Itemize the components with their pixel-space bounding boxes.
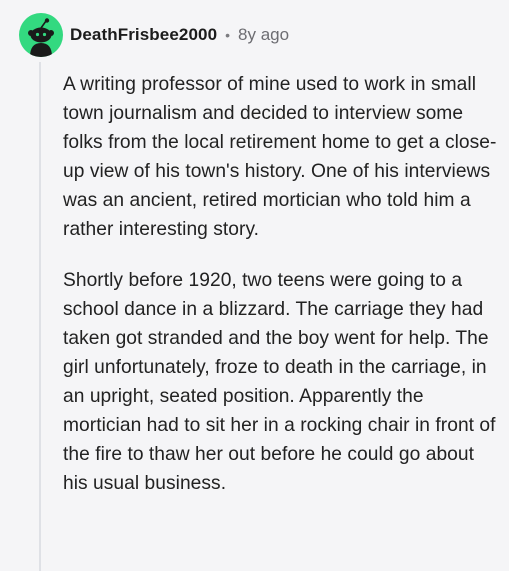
comment-body: A writing professor of mine used to work…: [63, 70, 499, 498]
comment-header: DeathFrisbee2000 • 8y ago: [19, 13, 289, 57]
comment-paragraph: Shortly before 1920, two teens were goin…: [63, 270, 496, 494]
comment-paragraph: A writing professor of mine used to work…: [63, 74, 497, 240]
comment: DeathFrisbee2000 • 8y ago A writing prof…: [0, 0, 509, 571]
author-username[interactable]: DeathFrisbee2000: [70, 25, 217, 45]
snoo-avatar-icon[interactable]: [19, 13, 63, 57]
thread-line[interactable]: [39, 62, 41, 571]
comment-age: 8y ago: [238, 25, 290, 44]
meta-separator: •: [225, 27, 231, 43]
